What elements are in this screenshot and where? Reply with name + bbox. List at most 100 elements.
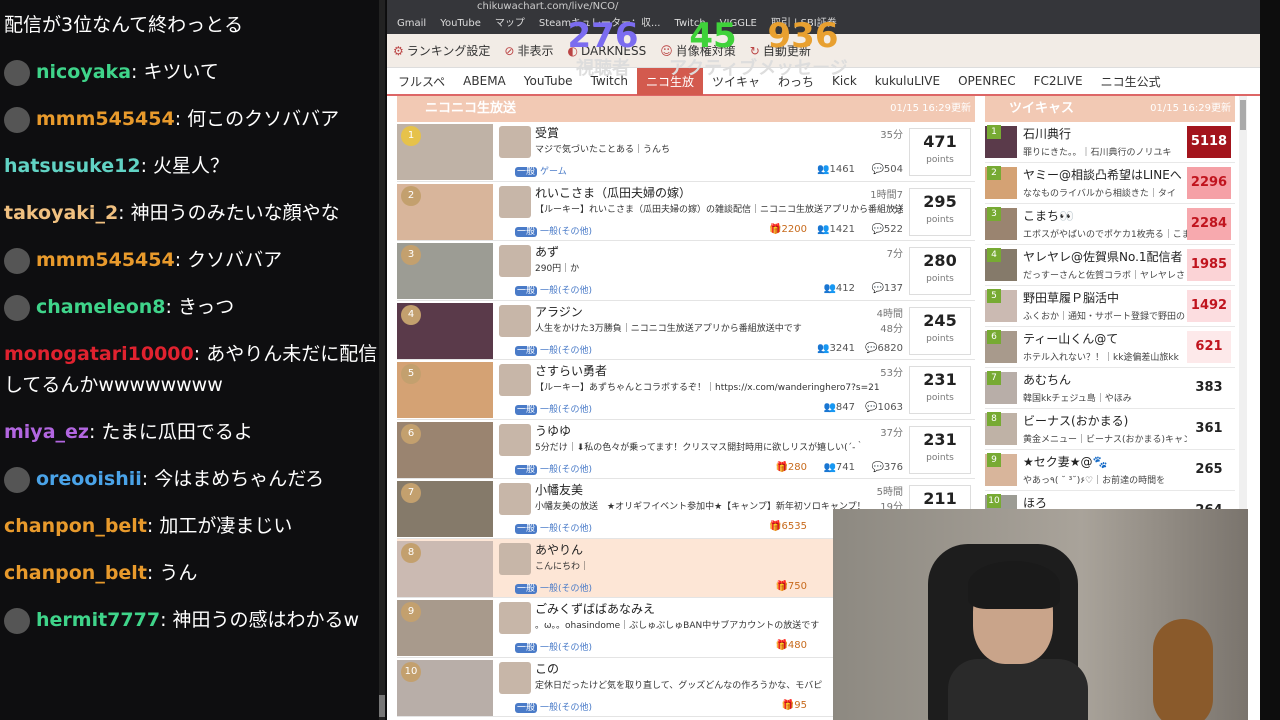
- user-avatar[interactable]: [4, 59, 30, 86]
- stream-title[interactable]: 小幡友美: [535, 481, 583, 498]
- stream-category[interactable]: 一般 一般(その他): [515, 283, 592, 296]
- streamer-avatar[interactable]: [499, 602, 531, 634]
- chat-username[interactable]: miya_ez: [4, 421, 89, 443]
- streamer-name[interactable]: ティー山くん@て: [1023, 330, 1193, 347]
- twitcas-stream-row[interactable]: 2 ヤミー@相談凸希望はLINEへ ななものライバルから相談きた｜タイ 2296: [985, 163, 1235, 204]
- twitcas-stream-row[interactable]: 9 ★セク妻★@🐾 やあっ٩( ˘ ³˘)۶♡｜お前達の時間を 265: [985, 450, 1235, 491]
- toolbar-button[interactable]: ◐ DARKNESS: [568, 44, 647, 58]
- streamer-name[interactable]: ビーナス(おかまる): [1023, 412, 1193, 429]
- platform-tab[interactable]: YouTube: [515, 69, 582, 93]
- twitcas-stream-row[interactable]: 1 石川典行 罪りにきた。。｜石川典行のノリユキ 5118: [985, 122, 1235, 163]
- chat-scrollbar[interactable]: [379, 0, 385, 720]
- streamer-name[interactable]: あむちん: [1023, 371, 1193, 388]
- nico-stream-row[interactable]: 3 あず 7分 290円｜か 一般 一般(その他) 👥412 💬137 280 points: [397, 241, 975, 301]
- stream-title[interactable]: うゆゆ: [535, 422, 571, 439]
- chat-username[interactable]: monogatari10000: [4, 343, 194, 365]
- chat-username[interactable]: mmm545454: [36, 108, 175, 130]
- bookmark-item[interactable]: YouTube: [440, 18, 481, 29]
- stream-title[interactable]: アラジン: [535, 303, 583, 320]
- bookmark-item[interactable]: Gmail: [397, 18, 426, 29]
- chat-scroll-thumb[interactable]: [379, 695, 385, 717]
- stream-category[interactable]: 一般 一般(その他): [515, 640, 592, 653]
- platform-tab[interactable]: ニコ生公式: [1092, 68, 1170, 95]
- chat-username[interactable]: chanpon_belt: [4, 562, 147, 584]
- chat-username[interactable]: hermit7777: [36, 609, 160, 631]
- stream-category[interactable]: 一般 一般(その他): [515, 343, 592, 356]
- url-text[interactable]: chikuwachart.com/live/NCO/: [477, 1, 618, 12]
- platform-tab[interactable]: Twitch: [582, 69, 637, 93]
- platform-tab[interactable]: ニコ生放: [636, 67, 703, 95]
- streamer-avatar[interactable]: [499, 126, 531, 158]
- bookmark-item[interactable]: Twitch: [675, 18, 706, 29]
- streamer-name[interactable]: 石川典行: [1023, 125, 1193, 142]
- toolbar-button[interactable]: ↻ 自動更新: [750, 42, 811, 59]
- chat-username[interactable]: mmm545454: [36, 249, 175, 271]
- stream-category[interactable]: 一般 一般(その他): [515, 700, 592, 713]
- chat-username[interactable]: takoyaki_2: [4, 202, 118, 224]
- stream-category[interactable]: 一般 ゲーム: [515, 164, 567, 177]
- twitcas-stream-row[interactable]: 4 ヤレヤレ@佐賀県No.1配信者 だっすーさんと佐賀コラボ｜ヤレヤレさ 1985: [985, 245, 1235, 286]
- stream-category[interactable]: 一般 一般(その他): [515, 462, 592, 475]
- platform-tab[interactable]: Kick: [823, 69, 866, 93]
- user-avatar[interactable]: [4, 294, 30, 321]
- twitcas-stream-row[interactable]: 6 ティー山くん@て ホテル入れない？！｜kk途偏差山旅kk 621: [985, 327, 1235, 368]
- bookmark-item[interactable]: 取引 | SBI証券: [771, 18, 837, 29]
- platform-tab[interactable]: kukuluLIVE: [866, 69, 949, 93]
- stream-category[interactable]: 一般 一般(その他): [515, 224, 592, 237]
- streamer-avatar[interactable]: [499, 423, 531, 456]
- nico-stream-row[interactable]: 5 さすらい勇者 53分 【ルーキー】あずちゃんとコラボするぞ！｜https://x.…: [397, 360, 975, 420]
- streamer-avatar[interactable]: [499, 304, 531, 337]
- stream-category[interactable]: 一般 一般(その他): [515, 402, 592, 415]
- platform-tab[interactable]: わっち: [769, 68, 823, 95]
- bookmark-item[interactable]: Steamキュレーター：収...: [539, 18, 661, 29]
- twitcas-stream-row[interactable]: 3 こまち👀 エボスがやばいのでポケカ1枚売る｜こま 2284: [985, 204, 1235, 245]
- platform-tab[interactable]: OPENREC: [949, 69, 1025, 93]
- chat-username[interactable]: hatsusuke12: [4, 155, 141, 177]
- streamer-name[interactable]: ヤミー@相談凸希望はLINEへ: [1023, 166, 1193, 183]
- streamer-name[interactable]: ★セク妻★@🐾: [1023, 453, 1193, 470]
- platform-tab[interactable]: FC2LIVE: [1025, 69, 1092, 93]
- nico-stream-row[interactable]: 6 うゆゆ 37分 5分だけ｜⬇私の色々が乗ってます！クリスマス開封時用に欲しリスが嬉…: [397, 419, 975, 479]
- chat-username[interactable]: oreooishii: [36, 468, 142, 490]
- nico-stream-row[interactable]: 4 アラジン 4時間48分 人生をかけた3万勝負｜ニコニコ生放送アプリから番組放送中で…: [397, 300, 975, 360]
- address-bar[interactable]: chikuwachart.com/live/NCO/: [387, 0, 1260, 14]
- streamer-name[interactable]: こまち👀: [1023, 207, 1193, 224]
- platform-tab[interactable]: ツイキャ: [703, 68, 769, 95]
- toolbar-button[interactable]: ⊘ 非表示: [504, 42, 553, 59]
- stream-category[interactable]: 一般 一般(その他): [515, 581, 592, 594]
- nico-stream-row[interactable]: 2 れいこさま（瓜田夫婦の嫁） 1時間7分 【ルーキー】れいこさま（瓜田夫婦の嫁）の雑…: [397, 181, 975, 241]
- user-avatar[interactable]: [4, 106, 30, 133]
- platform-tab[interactable]: ABEMA: [454, 69, 515, 93]
- stream-title[interactable]: れいこさま（瓜田夫婦の嫁）: [535, 184, 691, 201]
- streamer-avatar[interactable]: [499, 542, 531, 575]
- streamer-avatar[interactable]: [499, 185, 531, 218]
- stream-category[interactable]: 一般 一般(その他): [515, 521, 592, 534]
- toolbar-button[interactable]: ☺ 肖像権対策: [660, 42, 736, 59]
- streamer-name[interactable]: 野田草履Ｐ脳活中: [1023, 289, 1193, 306]
- bookmark-item[interactable]: VIGGLE: [720, 18, 757, 29]
- stream-title[interactable]: この: [535, 660, 559, 677]
- chat-username[interactable]: nicoyaka: [36, 61, 131, 83]
- user-avatar[interactable]: [4, 607, 30, 634]
- nico-stream-row[interactable]: 1 受賞 35分 マジで気づいたことある｜うんち 一般 ゲーム 👥1461 💬504 471 po…: [397, 122, 975, 182]
- streamer-avatar[interactable]: [499, 661, 531, 694]
- stream-title[interactable]: 受賞: [535, 124, 559, 141]
- streamer-avatar[interactable]: [499, 483, 531, 515]
- stream-title[interactable]: ごみくずばばあなみえ: [535, 600, 655, 617]
- chat-username[interactable]: chanpon_belt: [4, 515, 147, 537]
- streamer-avatar[interactable]: [499, 245, 531, 277]
- user-avatar[interactable]: [4, 247, 30, 274]
- stream-title[interactable]: あやりん: [535, 541, 583, 558]
- streamer-avatar[interactable]: [499, 364, 531, 396]
- stream-title[interactable]: さすらい勇者: [535, 362, 607, 379]
- bookmark-item[interactable]: マップ: [495, 18, 525, 29]
- toolbar-button[interactable]: ⚙ ランキング設定: [393, 42, 490, 59]
- stream-title[interactable]: あず: [535, 243, 559, 260]
- user-avatar[interactable]: [4, 466, 30, 493]
- twitcas-stream-row[interactable]: 8 ビーナス(おかまる) 黄金メニュー｜ビーナス(おかまる)キャン 361: [985, 409, 1235, 450]
- twitcas-stream-row[interactable]: 7 あむちん 韓国kkチェジュ島｜やほみ 383: [985, 368, 1235, 409]
- chat-username[interactable]: chameleon8: [36, 296, 166, 318]
- twitcas-stream-row[interactable]: 5 野田草履Ｐ脳活中 ふくおか｜通知・サポート登録で野田の 1492: [985, 286, 1235, 327]
- streamer-name[interactable]: ヤレヤレ@佐賀県No.1配信者: [1023, 248, 1193, 265]
- page-scroll-thumb[interactable]: [1240, 100, 1246, 130]
